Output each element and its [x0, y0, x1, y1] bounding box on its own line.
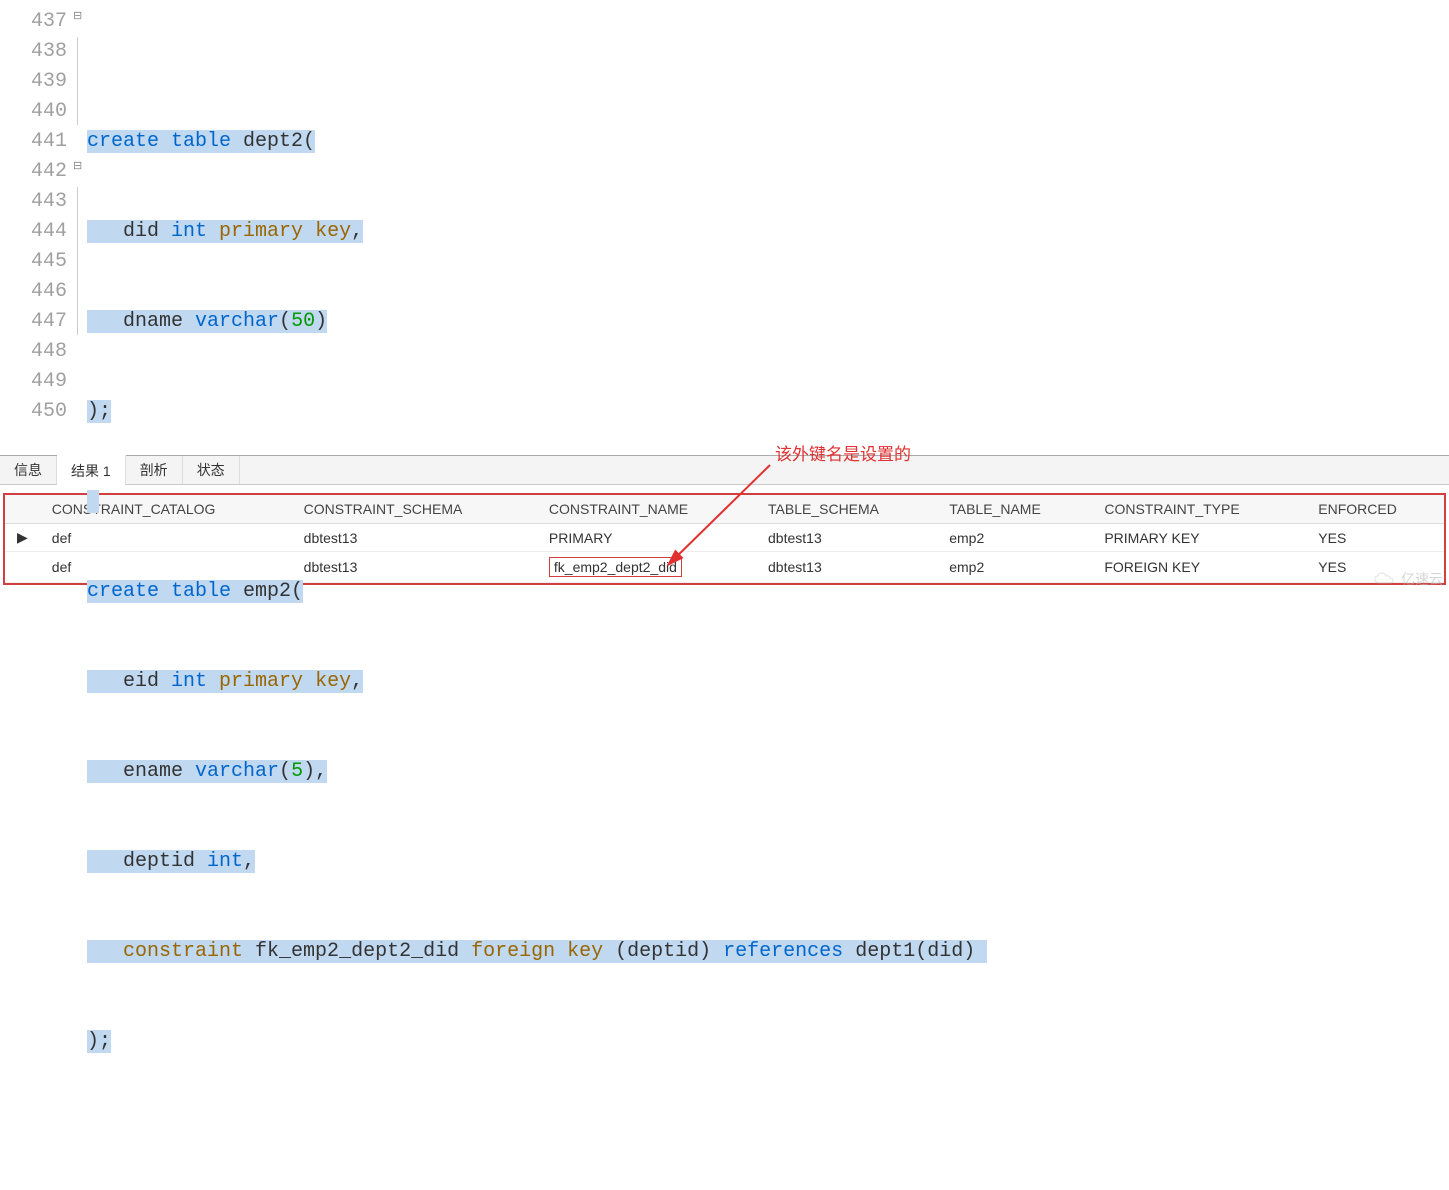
line-number: 439 [0, 67, 67, 97]
kw-varchar: varchar [195, 310, 279, 333]
fold-icon[interactable]: ⊟ [73, 159, 82, 173]
code-text: , [243, 850, 255, 873]
kw-varchar: varchar [195, 760, 279, 783]
kw-create: create [87, 130, 159, 153]
row-marker-header [5, 495, 40, 524]
line-number: 443 [0, 187, 67, 217]
code-text: ); [87, 1030, 111, 1053]
code-text: ename [87, 760, 195, 783]
line-number: 442 [0, 157, 67, 187]
code-text [87, 940, 123, 963]
code-text [87, 490, 99, 513]
kw-primary-key: primary key [219, 220, 351, 243]
kw-constraint: constraint [123, 940, 243, 963]
kw-int: int [171, 670, 207, 693]
line-number: 449 [0, 367, 67, 397]
watermark-text: 亿速云 [1401, 569, 1443, 589]
code-text: (deptid) [603, 940, 723, 963]
line-number: 447 [0, 307, 67, 337]
num-literal: 50 [291, 310, 315, 333]
num-literal: 5 [291, 760, 303, 783]
line-number: 445 [0, 247, 67, 277]
code-text: ), [303, 760, 327, 783]
line-partial [0, 0, 67, 7]
code-text: dname [87, 310, 195, 333]
code-text: deptid [87, 850, 207, 873]
code-text: ); [87, 400, 111, 423]
line-number: 448 [0, 337, 67, 367]
kw-primary-key: primary key [219, 670, 351, 693]
code-text: , [351, 670, 363, 693]
code-text: fk_emp2_dept2_did [243, 940, 471, 963]
tab-info[interactable]: 信息 [0, 456, 57, 484]
line-number: 444 [0, 217, 67, 247]
row-marker-icon: ▶ [5, 524, 40, 552]
line-number: 441 [0, 127, 67, 157]
line-number: 438 [0, 37, 67, 67]
code-text [87, 1120, 99, 1143]
kw-foreign-key: foreign key [471, 940, 603, 963]
code-text: emp2( [231, 580, 303, 603]
kw-int: int [171, 220, 207, 243]
line-number: 440 [0, 97, 67, 127]
code-text: ( [279, 310, 291, 333]
code-editor[interactable]: 437 438 439 440 441 442 443 444 445 446 … [0, 0, 1449, 455]
line-gutter: 437 438 439 440 441 442 443 444 445 446 … [0, 0, 75, 455]
fold-icon[interactable]: ⊟ [73, 9, 82, 23]
kw-int: int [207, 850, 243, 873]
fold-column: ⊟ ⊟ [75, 0, 87, 455]
row-marker-icon [5, 552, 40, 583]
line-number: 450 [0, 397, 67, 427]
kw-create: create [87, 580, 159, 603]
code-text: ) [315, 310, 327, 333]
code-text: dept1(did) [843, 940, 975, 963]
code-text: , [351, 220, 363, 243]
code-area[interactable]: create table dept2( did int primary key,… [87, 0, 1449, 455]
kw-references: references [723, 940, 843, 963]
kw-table: table [171, 580, 231, 603]
annotation-text: 该外键名是设置的 [775, 440, 911, 465]
watermark: 亿速云 [1373, 569, 1443, 589]
code-text: ( [279, 760, 291, 783]
code-text: did [87, 220, 171, 243]
code-text: dept2( [231, 130, 315, 153]
line-number: 446 [0, 277, 67, 307]
kw-table: table [171, 130, 231, 153]
line-number: 437 [0, 7, 67, 37]
code-text: eid [87, 670, 171, 693]
